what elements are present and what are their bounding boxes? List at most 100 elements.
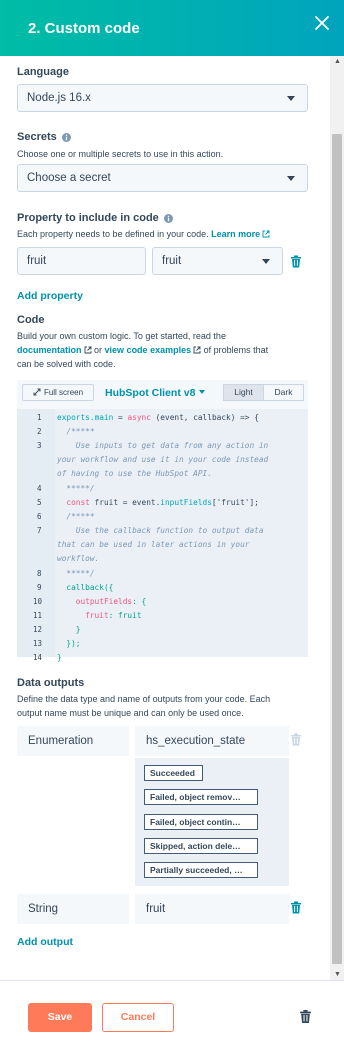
code-help-3: can be solved with code.	[17, 359, 116, 369]
delete-output-icon[interactable]	[290, 733, 302, 746]
code-token: (event, callback) => {	[150, 413, 259, 422]
theme-light-button[interactable]: Light	[223, 384, 264, 401]
secrets-select[interactable]: Choose a secret	[17, 164, 308, 192]
line-number: 7	[37, 526, 42, 535]
code-help-suffix: of problems that	[203, 345, 269, 355]
panel-header: 2. Custom code	[0, 0, 344, 56]
client-version-dropdown[interactable]: HubSpot Client v8	[105, 387, 206, 399]
code-line: }	[57, 625, 81, 634]
line-number: 5	[37, 498, 42, 507]
enum-option-tag[interactable]: Failed, object remov…	[144, 789, 258, 805]
code-token: : {	[132, 597, 147, 606]
panel-body[interactable]: Language Node.js 16.x Secrets Choose one…	[0, 56, 330, 980]
code-token: const	[57, 498, 90, 507]
line-number: 4	[37, 484, 42, 493]
scroll-up-arrow[interactable]: ▲	[334, 58, 341, 65]
code-line: *****/	[57, 484, 95, 493]
language-value: Node.js 16.x	[27, 92, 91, 104]
info-icon[interactable]	[61, 132, 71, 142]
scrollbar[interactable]: ▲ ▼	[330, 56, 344, 980]
property-help: Each property needs to be defined in you…	[17, 227, 270, 241]
add-property-link[interactable]: Add property	[17, 290, 83, 302]
code-line: Use the callback function to output data	[57, 526, 264, 535]
code-token: async	[127, 413, 151, 422]
code-line: });	[57, 639, 81, 648]
code-line: callback({	[57, 583, 114, 592]
code-line: /*****	[57, 427, 95, 436]
full-screen-label: Full screen	[43, 388, 84, 397]
chevron-down-icon	[262, 259, 270, 264]
scroll-down-arrow[interactable]: ▼	[334, 971, 341, 978]
code-token: fruit	[85, 611, 109, 620]
property-help-text: Each property needs to be defined in you…	[17, 229, 209, 239]
expand-icon	[33, 388, 41, 396]
code-token: outputFields	[75, 597, 133, 606]
info-icon[interactable]	[163, 213, 173, 223]
output-type-select[interactable]: Enumeration	[17, 726, 129, 756]
enum-option-tag[interactable]: Partially succeeded, …	[144, 862, 258, 878]
data-outputs-help-2: output name must be unique and can only …	[17, 708, 244, 718]
code-help-2: documentation or view code examples of p…	[17, 343, 268, 357]
property-select-value: fruit	[162, 255, 182, 267]
cancel-button[interactable]: Cancel	[102, 1003, 174, 1032]
full-screen-button[interactable]: Full screen	[22, 384, 94, 401]
delete-output-icon[interactable]	[290, 901, 302, 914]
code-area[interactable]: 1 2 3 4 5 6 7 8 9 10 11 12 13 14 exports…	[17, 409, 308, 662]
line-number: 8	[37, 569, 42, 578]
delete-property-icon[interactable]	[290, 255, 302, 268]
code-line: that can be used in later actions in you…	[57, 540, 250, 549]
line-number: 11	[33, 611, 43, 620]
delete-action-icon[interactable]	[299, 1009, 312, 1024]
enum-option-tag[interactable]: Skipped, action dele…	[144, 838, 258, 854]
code-token: main	[94, 413, 114, 422]
theme-dark-button[interactable]: Dark	[264, 384, 304, 401]
or-text: or	[94, 345, 103, 355]
external-link-icon	[84, 346, 91, 354]
enum-option-tag[interactable]: Failed, object contin…	[144, 814, 258, 830]
documentation-link[interactable]: documentation	[17, 345, 82, 355]
code-token: inputFields	[160, 498, 212, 507]
code-editor: Full screen HubSpot Client v8 Light Dark…	[17, 380, 308, 662]
external-link-icon	[262, 230, 270, 238]
line-number: 9	[37, 583, 42, 592]
line-number: 12	[33, 625, 43, 634]
line-number: 1	[37, 413, 42, 422]
code-help-1: Build your own custom logic. To get star…	[17, 331, 226, 341]
client-version-label: HubSpot Client v8	[105, 387, 196, 399]
scrollbar-thumb[interactable]	[332, 134, 342, 964]
property-select[interactable]: fruit	[152, 247, 283, 275]
editor-toolbar: Full screen HubSpot Client v8 Light Dark	[17, 380, 308, 405]
line-number: 2	[37, 427, 42, 436]
view-code-examples-link[interactable]: view code examples	[105, 345, 192, 355]
code-line: exports.main = async (event, callback) =…	[57, 413, 259, 422]
code-line: fruit: fruit	[57, 611, 142, 620]
close-icon[interactable]	[314, 15, 330, 31]
save-button[interactable]: Save	[28, 1003, 92, 1032]
output-name-input[interactable]: hs_execution_state	[135, 726, 289, 756]
code-token: =	[113, 413, 128, 422]
code-line: const fruit = event.inputFields['fruit']…	[57, 498, 259, 507]
property-name-input[interactable]: fruit	[17, 247, 146, 275]
add-output-link[interactable]: Add output	[17, 936, 73, 948]
enum-option-tag[interactable]: Succeeded	[144, 765, 203, 781]
secrets-label-text: Secrets	[17, 131, 57, 143]
code-token: fruit = event.	[89, 498, 161, 507]
panel-title: 2. Custom code	[28, 20, 140, 37]
code-line: outputFields: {	[57, 597, 146, 606]
data-outputs-label: Data outputs	[17, 677, 85, 689]
output-type-select[interactable]: String	[17, 894, 129, 924]
code-line: Use inputs to get data from any action i…	[57, 441, 269, 450]
output-name-input[interactable]: fruit	[135, 894, 289, 924]
code-token: ['fruit'];	[211, 498, 259, 507]
code-line: workflow.	[57, 554, 100, 563]
language-select[interactable]: Node.js 16.x	[17, 84, 308, 112]
chevron-down-icon	[287, 96, 295, 101]
property-name-value: fruit	[27, 255, 47, 267]
learn-more-link[interactable]: Learn more	[211, 229, 260, 239]
secrets-help: Choose one or multiple secrets to use in…	[17, 149, 224, 159]
code-token: : fruit	[108, 611, 142, 620]
secrets-label: Secrets	[17, 131, 71, 143]
property-label-text: Property to include in code	[17, 212, 159, 224]
